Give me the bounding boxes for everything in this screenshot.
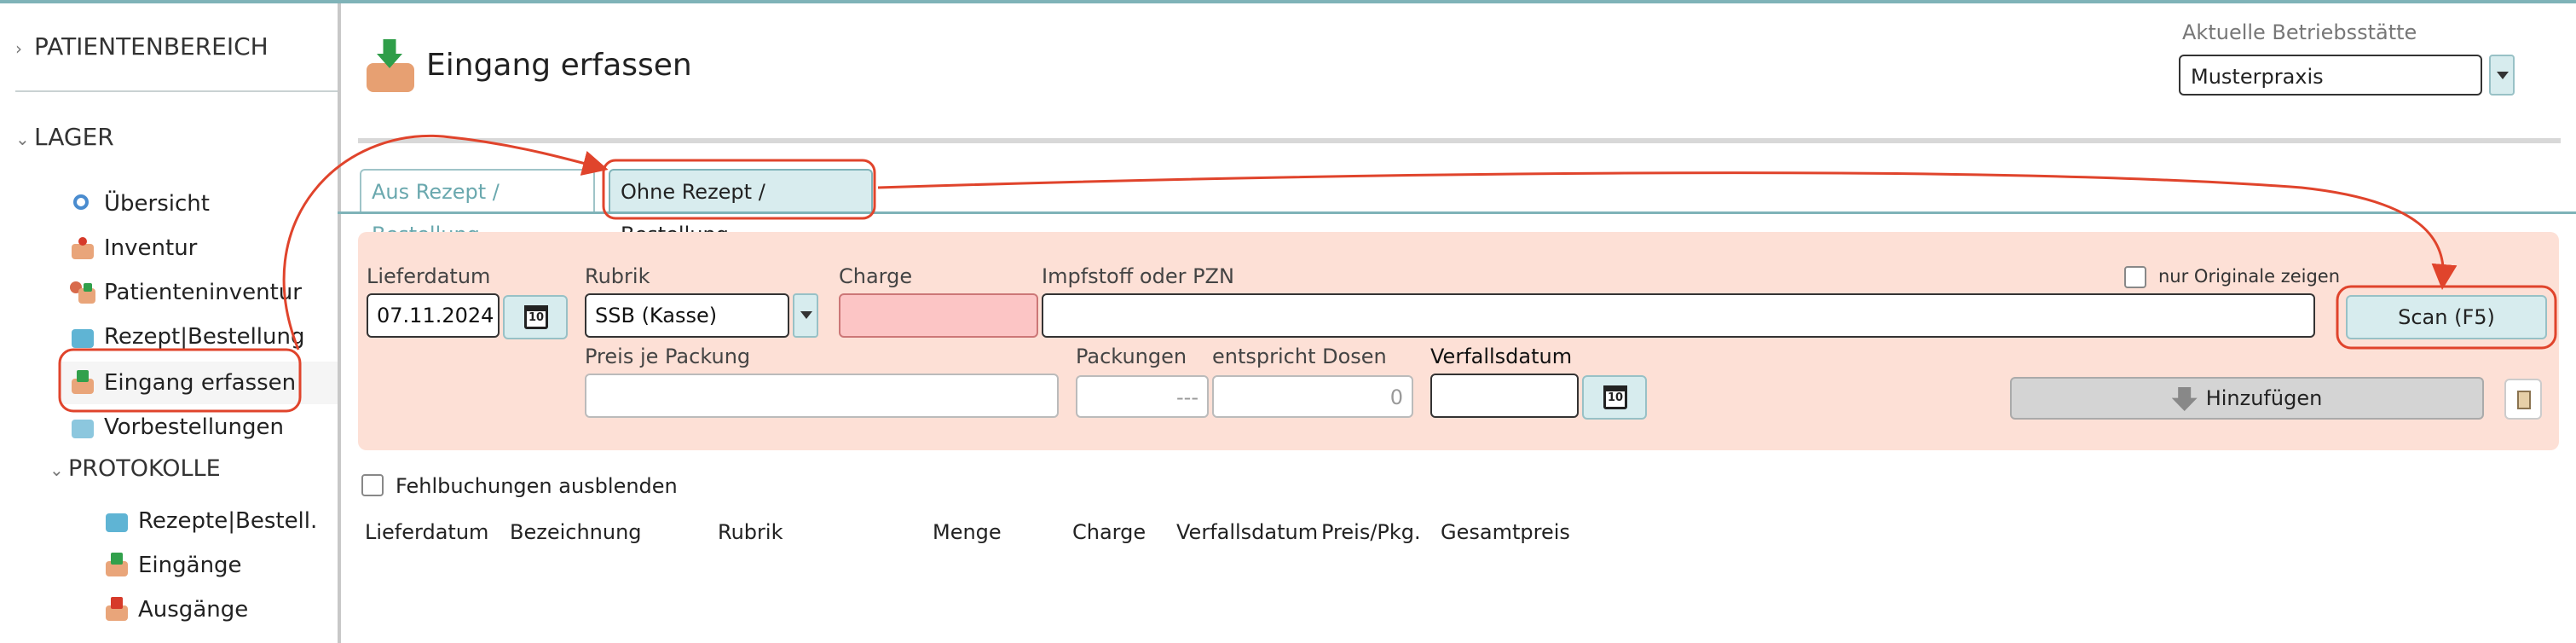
sidebar-item-rezepte-bestell[interactable]: Rezepte|Bestell. — [102, 500, 317, 542]
rubrik-label: Rubrik — [585, 264, 650, 288]
tab-aus-rezept[interactable]: Aus Rezept / Bestellung — [360, 169, 595, 246]
preorder-icon — [68, 413, 97, 442]
preis-label: Preis je Packung — [585, 345, 751, 368]
col-lieferdatum[interactable]: Lieferdatum — [365, 520, 488, 544]
fehlbuchungen-label: Fehlbuchungen ausblenden — [396, 474, 678, 498]
calendar-icon: 10 — [524, 305, 548, 329]
packungen-input[interactable]: --- — [1076, 375, 1209, 418]
charge-input[interactable] — [839, 293, 1038, 338]
impfstoff-pzn-input[interactable] — [1042, 293, 2315, 338]
site-select[interactable]: Musterpraxis — [2179, 55, 2482, 96]
top-accent-line — [0, 0, 2576, 3]
chevron-down-icon: ⌄ — [15, 129, 30, 149]
sidebar: › PATIENTENBEREICH ⌄ LAGER Übersicht Inven… — [0, 3, 341, 643]
clear-button[interactable] — [2504, 379, 2542, 420]
lieferdatum-label: Lieferdatum — [367, 264, 491, 288]
inventory-box-icon — [68, 234, 97, 263]
dosen-label: entspricht Dosen — [1212, 345, 1387, 368]
fehlbuchungen-checkbox[interactable] — [361, 474, 384, 496]
chevron-right-icon: › — [15, 38, 22, 59]
sidebar-item-vorbestellungen[interactable]: Vorbestellungen — [68, 406, 284, 449]
rubrik-dropdown-button[interactable] — [793, 293, 818, 338]
col-preis-pkg[interactable]: Preis/Pkg. — [1321, 520, 1421, 544]
chevron-down-icon: ⌄ — [49, 460, 64, 480]
section-lager[interactable]: ⌄ LAGER — [15, 123, 114, 151]
sidebar-item-ausgaenge[interactable]: Ausgänge — [102, 588, 248, 631]
prescription-icon — [102, 507, 131, 536]
sidebar-item-rezept-bestellung[interactable]: Rezept|Bestellung — [68, 316, 304, 358]
incoming-box-icon — [68, 368, 97, 397]
patient-inventory-icon — [68, 278, 97, 307]
lieferdatum-input[interactable]: 07.11.2024 — [367, 293, 500, 338]
impfstoff-label: Impfstoff oder PZN — [1042, 264, 1234, 288]
magnifier-icon — [68, 189, 97, 218]
incoming-box-icon — [361, 38, 418, 94]
col-verfallsdatum[interactable]: Verfallsdatum — [1176, 520, 1318, 544]
outgoing-box-icon — [102, 595, 131, 624]
header-divider — [358, 138, 2561, 143]
col-gesamtpreis[interactable]: Gesamtpreis — [1441, 520, 1570, 544]
col-bezeichnung[interactable]: Bezeichnung — [510, 520, 642, 544]
packungen-label: Packungen — [1076, 345, 1187, 368]
verfallsdatum-calendar-button[interactable]: 10 — [1582, 375, 1647, 420]
nur-originale-checkbox[interactable] — [2124, 266, 2146, 288]
lieferdatum-calendar-button[interactable]: 10 — [503, 295, 568, 339]
sidebar-item-patienteninventur[interactable]: Patienteninventur — [68, 271, 302, 314]
charge-label: Charge — [839, 264, 913, 288]
section-patientenbereich[interactable]: › PATIENTENBEREICH — [15, 32, 269, 61]
sidebar-divider — [15, 90, 338, 92]
sidebar-item-uebersicht[interactable]: Übersicht — [68, 182, 210, 225]
site-dropdown-button[interactable] — [2489, 55, 2515, 96]
verfallsdatum-input[interactable] — [1430, 374, 1579, 418]
rubrik-select[interactable]: SSB (Kasse) — [585, 293, 789, 338]
sidebar-item-eingaenge[interactable]: Eingänge — [102, 544, 242, 587]
sidebar-item-inventur[interactable]: Inventur — [68, 227, 197, 269]
preis-input[interactable] — [585, 374, 1059, 418]
add-download-icon — [2171, 387, 2198, 411]
page-title: Eingang erfassen — [426, 48, 692, 83]
scan-button[interactable]: Scan (F5) — [2346, 295, 2547, 339]
dosen-input[interactable]: 0 — [1212, 375, 1413, 418]
trash-icon — [2517, 391, 2531, 409]
verfallsdatum-label: Verfallsdatum — [1430, 345, 1573, 368]
sidebar-item-eingang-erfassen[interactable]: Eingang erfassen — [60, 362, 338, 404]
col-charge[interactable]: Charge — [1072, 520, 1146, 544]
nur-originale-label: nur Originale zeigen — [2158, 266, 2341, 287]
tab-ohne-rezept[interactable]: Ohne Rezept / Bestellung — [609, 169, 873, 246]
calendar-icon: 10 — [1603, 385, 1627, 409]
prescription-icon — [68, 322, 97, 351]
incoming-box-icon — [102, 551, 131, 580]
site-label: Aktuelle Betriebsstätte — [2182, 20, 2417, 44]
hinzufuegen-button[interactable]: Hinzufügen — [2010, 377, 2484, 420]
col-menge[interactable]: Menge — [933, 520, 1002, 544]
section-protokolle[interactable]: ⌄ PROTOKOLLE — [49, 455, 221, 482]
col-rubrik[interactable]: Rubrik — [718, 520, 783, 544]
tab-underline — [338, 211, 2576, 214]
